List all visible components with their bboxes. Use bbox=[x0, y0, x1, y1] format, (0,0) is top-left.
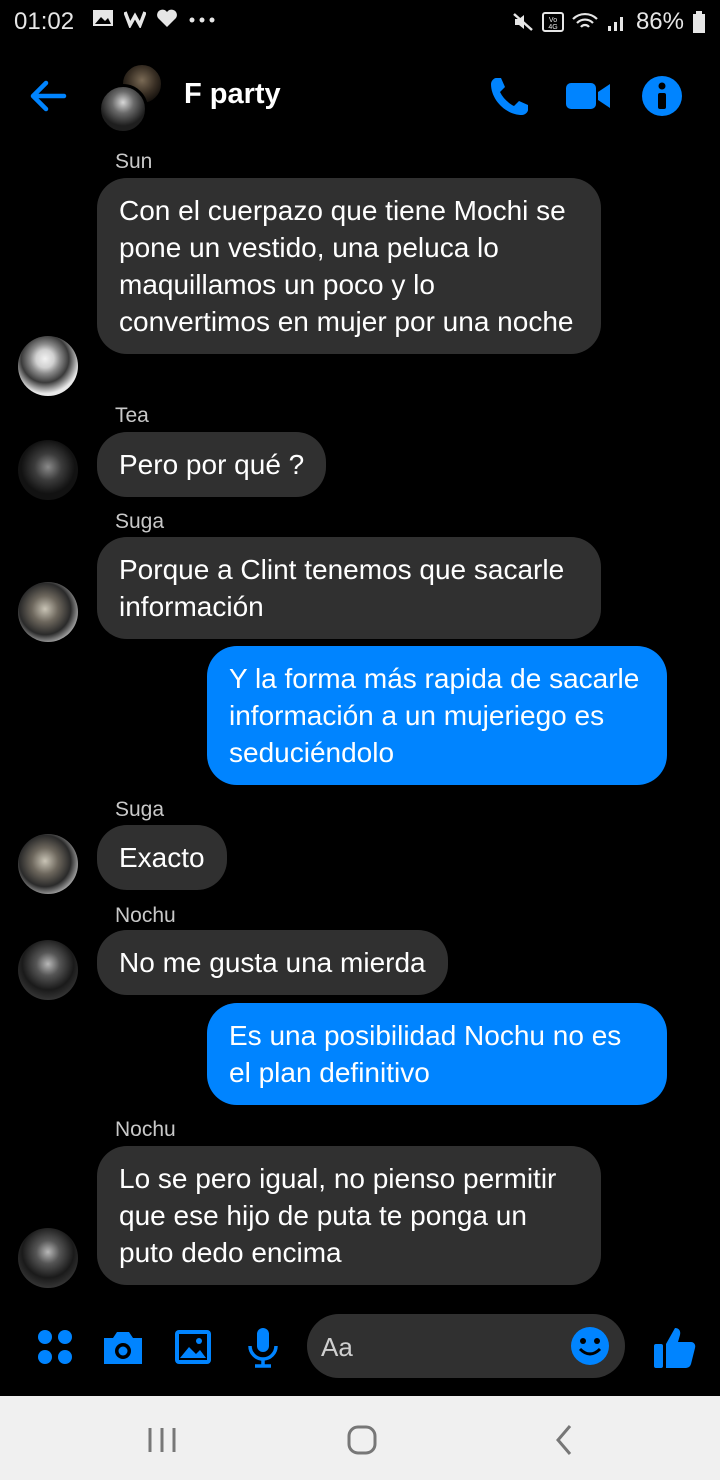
sender-name: Tea bbox=[115, 404, 149, 427]
phone-call-icon[interactable] bbox=[486, 72, 534, 120]
back-arrow-icon[interactable] bbox=[26, 74, 70, 118]
home-icon[interactable] bbox=[340, 1418, 384, 1462]
system-navigation-bar bbox=[0, 1396, 720, 1480]
message-input-placeholder: Aa bbox=[321, 1332, 353, 1362]
sender-avatar[interactable] bbox=[18, 1228, 78, 1288]
sender-avatar[interactable] bbox=[18, 336, 78, 396]
svg-text:4G: 4G bbox=[548, 24, 557, 31]
heart-notification-icon bbox=[157, 9, 177, 27]
camera-icon[interactable] bbox=[98, 1322, 148, 1372]
incoming-message-bubble[interactable]: Con el cuerpazo que tiene Mochi se pone … bbox=[97, 178, 601, 354]
volte-icon: Vo4G bbox=[541, 12, 564, 32]
emoji-icon[interactable] bbox=[565, 1321, 615, 1371]
incoming-message-bubble[interactable]: Exacto bbox=[97, 825, 227, 890]
battery-icon bbox=[693, 11, 705, 33]
sender-avatar[interactable] bbox=[18, 440, 78, 500]
group-avatar[interactable] bbox=[98, 62, 168, 134]
microphone-icon[interactable] bbox=[238, 1322, 288, 1372]
sender-name: Suga bbox=[115, 510, 165, 533]
recent-apps-icon[interactable] bbox=[140, 1418, 184, 1462]
battery-percent: 86% bbox=[635, 8, 684, 35]
sender-name: Nochu bbox=[115, 1118, 176, 1141]
more-actions-icon[interactable] bbox=[30, 1322, 80, 1372]
group-member-avatar bbox=[98, 84, 148, 134]
sender-avatar[interactable] bbox=[18, 940, 78, 1000]
sender-name: Suga bbox=[115, 798, 165, 821]
status-time: 01:02 bbox=[14, 8, 75, 35]
svg-text:Vo: Vo bbox=[549, 17, 557, 24]
message-composer: Aa bbox=[0, 1306, 720, 1394]
message-input[interactable]: Aa bbox=[307, 1314, 625, 1378]
wifi-icon bbox=[572, 12, 598, 28]
status-bar: 01:02 Vo 4G 86% bbox=[0, 0, 720, 44]
gallery-notification-icon bbox=[93, 10, 113, 26]
outgoing-message-bubble[interactable]: Y la forma más rapida de sacarle informa… bbox=[207, 646, 667, 785]
info-icon[interactable] bbox=[638, 72, 686, 120]
signal-icon bbox=[607, 17, 623, 31]
video-call-icon[interactable] bbox=[564, 72, 612, 120]
chat-title[interactable]: F party bbox=[184, 78, 281, 111]
sender-avatar[interactable] bbox=[18, 834, 78, 894]
back-nav-icon[interactable] bbox=[542, 1418, 586, 1462]
more-notifications-icon bbox=[189, 17, 215, 23]
gallery-icon[interactable] bbox=[168, 1322, 218, 1372]
chat-header: F party bbox=[0, 52, 720, 142]
outgoing-message-bubble[interactable]: Es una posibilidad Nochu no es el plan d… bbox=[207, 1003, 667, 1105]
incoming-message-bubble[interactable]: No me gusta una mierda bbox=[97, 930, 448, 995]
like-thumbs-up-icon[interactable] bbox=[648, 1322, 700, 1374]
system-status-icons: Vo 4G 86% bbox=[512, 8, 706, 36]
sender-name: Nochu bbox=[115, 904, 176, 927]
incoming-message-bubble[interactable]: Lo se pero igual, no pienso permitir que… bbox=[97, 1146, 601, 1285]
mute-icon bbox=[513, 13, 533, 31]
notification-icons bbox=[92, 8, 218, 28]
incoming-message-bubble[interactable]: Pero por qué ? bbox=[97, 432, 327, 497]
sender-name: Sun bbox=[115, 150, 153, 173]
sender-avatar[interactable] bbox=[18, 582, 78, 642]
incoming-message-bubble[interactable]: Porque a Clint tenemos que sacarle infor… bbox=[97, 537, 601, 639]
wattpad-notification-icon bbox=[124, 11, 146, 28]
